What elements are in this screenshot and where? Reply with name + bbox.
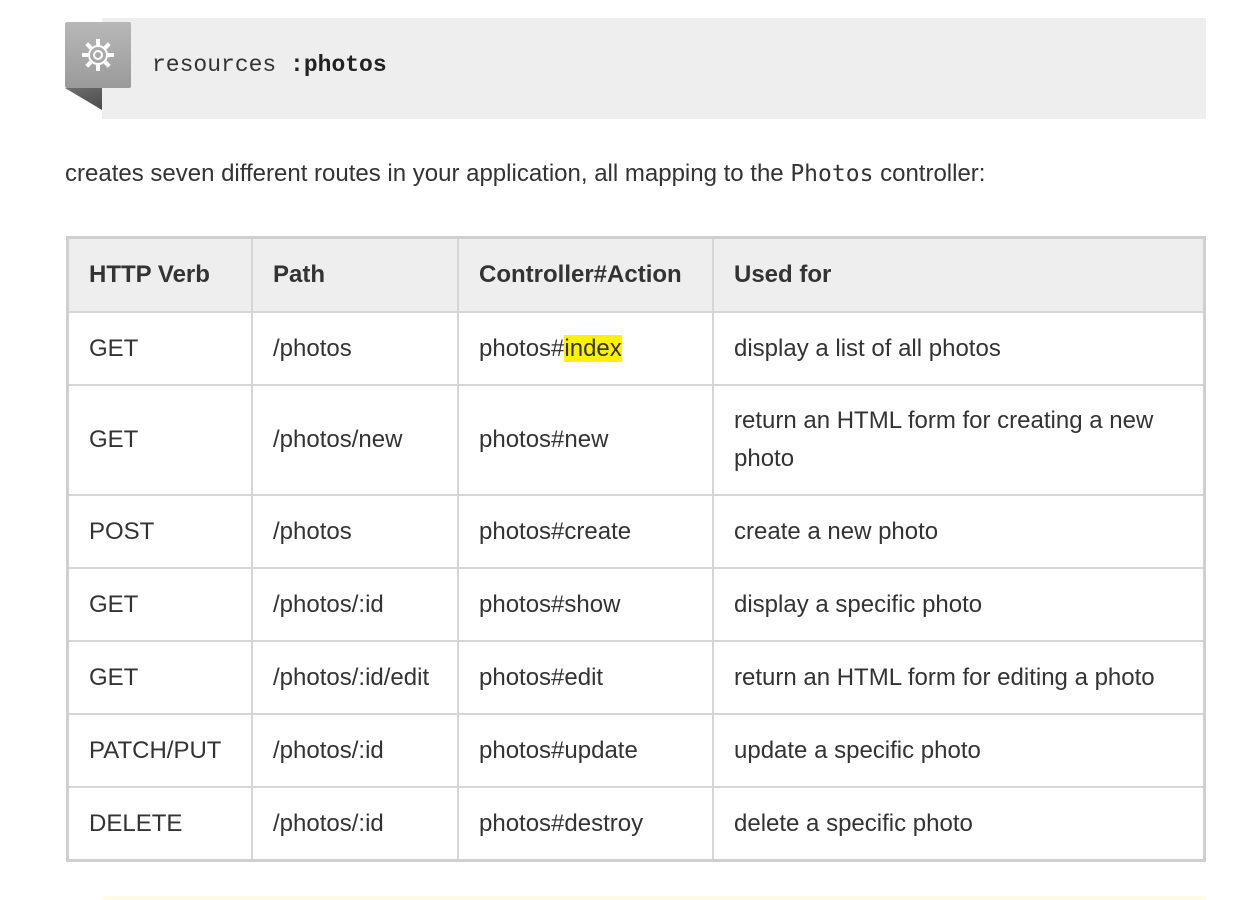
path-cell: /photos/:id/edit xyxy=(251,640,459,715)
header-http-verb: HTTP Verb xyxy=(66,236,253,313)
table-row: GET /photos/:id photos#show display a sp… xyxy=(66,567,1206,642)
used-for-cell: return an HTML form for creating a new p… xyxy=(712,384,1206,496)
verb-cell: PATCH/PUT xyxy=(66,713,253,788)
path-cell: /photos/:id xyxy=(251,786,459,862)
table-header-row: HTTP Verb Path Controller#Action Used fo… xyxy=(66,236,1206,313)
action-prefix: photos# xyxy=(479,334,565,362)
table-row: GET /photos photos#index display a list … xyxy=(66,311,1206,386)
action-prefix: photos# xyxy=(479,517,565,545)
verb-cell: GET xyxy=(66,311,253,386)
verb-cell: GET xyxy=(66,640,253,715)
action-name: destroy xyxy=(564,809,644,837)
used-for-cell: update a specific photo xyxy=(712,713,1206,788)
highlighted-action: index xyxy=(564,334,622,362)
path-cell: /photos/new xyxy=(251,384,459,496)
used-for-cell: delete a specific photo xyxy=(712,786,1206,862)
action-prefix: photos# xyxy=(479,590,565,618)
intro-text-before: creates seven different routes in your a… xyxy=(65,160,791,187)
used-for-cell: create a new photo xyxy=(712,494,1206,569)
action-cell: photos#index xyxy=(457,311,714,386)
intro-paragraph: creates seven different routes in your a… xyxy=(65,160,985,188)
badge-fold xyxy=(65,88,102,110)
intro-code: Photos xyxy=(790,161,874,187)
used-for-cell: display a specific photo xyxy=(712,567,1206,642)
action-prefix: photos# xyxy=(479,809,565,837)
action-name: create xyxy=(564,517,632,545)
action-cell: photos#create xyxy=(457,494,714,569)
action-cell: photos#edit xyxy=(457,640,714,715)
used-for-cell: return an HTML form for editing a photo xyxy=(712,640,1206,715)
path-cell: /photos/:id xyxy=(251,567,459,642)
header-controller-action: Controller#Action xyxy=(457,236,714,313)
action-cell: photos#destroy xyxy=(457,786,714,862)
intro-text-after: controller: xyxy=(873,160,986,187)
verb-cell: GET xyxy=(66,567,253,642)
table-row: GET /photos/new photos#new return an HTM… xyxy=(66,384,1206,496)
table-row: POST /photos photos#create create a new … xyxy=(66,494,1206,569)
path-cell: /photos/:id xyxy=(251,713,459,788)
action-cell: photos#show xyxy=(457,567,714,642)
code-line: resources :photos xyxy=(152,52,387,78)
path-cell: /photos xyxy=(251,311,459,386)
path-cell: /photos xyxy=(251,494,459,569)
table-row: GET /photos/:id/edit photos#edit return … xyxy=(66,640,1206,715)
code-symbol: :photos xyxy=(290,52,387,78)
verb-cell: DELETE xyxy=(66,786,253,862)
action-name: new xyxy=(564,426,609,453)
action-name: update xyxy=(564,736,638,764)
note-box-edge xyxy=(102,896,1206,900)
table-row: DELETE /photos/:id photos#destroy delete… xyxy=(66,786,1206,862)
used-for-cell: display a list of all photos xyxy=(712,311,1206,386)
header-used-for: Used for xyxy=(712,236,1206,313)
routes-table: HTTP Verb Path Controller#Action Used fo… xyxy=(66,236,1206,862)
verb-cell: POST xyxy=(66,494,253,569)
verb-cell: GET xyxy=(66,384,253,496)
action-prefix: photos# xyxy=(479,426,565,453)
code-keyword: resources xyxy=(152,52,277,78)
action-prefix: photos# xyxy=(479,736,565,764)
header-path: Path xyxy=(251,236,459,313)
table-row: PATCH/PUT /photos/:id photos#update upda… xyxy=(66,713,1206,788)
action-cell: photos#update xyxy=(457,713,714,788)
action-prefix: photos# xyxy=(479,663,565,691)
action-name: edit xyxy=(564,663,604,691)
code-badge xyxy=(65,22,131,88)
action-name: show xyxy=(564,590,621,618)
action-cell: photos#new xyxy=(457,384,714,496)
